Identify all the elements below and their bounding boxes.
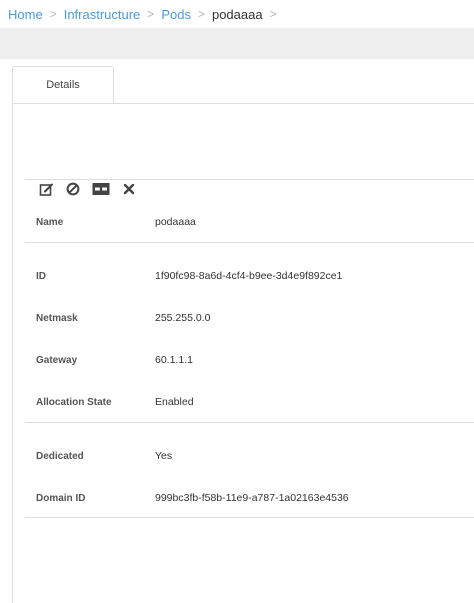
section-divider [25, 517, 474, 518]
breadcrumb-pods-link[interactable]: Pods [161, 7, 191, 22]
detail-label: Dedicated [36, 450, 84, 462]
delete-icon[interactable] [120, 181, 138, 197]
detail-label: Name [36, 216, 64, 228]
detail-value: 60.1.1.1 [155, 354, 193, 366]
breadcrumb-infrastructure-link[interactable]: Infrastructure [64, 7, 141, 22]
detail-label: Allocation State [36, 396, 112, 408]
detail-label: Gateway [36, 354, 78, 366]
detail-label: Netmask [36, 312, 78, 324]
detail-row-dedicated: Dedicated Yes [36, 448, 466, 464]
details-content: Name podaaaa ID 1f90fc98-8a6d-4cf4-b9ee-… [12, 103, 474, 603]
tab-details[interactable]: Details [12, 66, 114, 103]
disable-icon[interactable] [64, 181, 82, 197]
breadcrumb-trailing-separator: > [269, 7, 277, 21]
breadcrumb: Home > Infrastructure > Pods > podaaaa > [0, 0, 474, 28]
detail-value: 1f90fc98-8a6d-4cf4-b9ee-3d4e9f892ce1 [155, 270, 343, 282]
detail-row-allocation-state: Allocation State Enabled [36, 394, 466, 410]
toolbar-band [0, 28, 474, 59]
detail-row-name: Name podaaaa [36, 214, 466, 230]
detail-label: ID [36, 270, 46, 282]
detail-value: Yes [155, 450, 173, 462]
edit-icon[interactable] [37, 181, 55, 197]
detail-panel: Details Name podaaaa ID 1f90fc98-8a6d-4c… [12, 66, 474, 603]
action-toolbar [37, 181, 147, 197]
detail-value: Enabled [155, 396, 194, 408]
section-divider [25, 179, 474, 180]
section-divider [25, 422, 474, 423]
dedicate-icon[interactable] [91, 181, 111, 197]
breadcrumb-separator: > [49, 7, 57, 21]
detail-value: podaaaa [155, 216, 196, 228]
tab-bar: Details [12, 66, 474, 104]
detail-label: Domain ID [36, 492, 86, 504]
breadcrumb-current: podaaaa [211, 6, 263, 22]
detail-value: 999bc3fb-f58b-11e9-a787-1a02163e4536 [155, 492, 349, 504]
section-divider [25, 242, 474, 243]
detail-row-id: ID 1f90fc98-8a6d-4cf4-b9ee-3d4e9f892ce1 [36, 268, 466, 284]
breadcrumb-home-link[interactable]: Home [8, 7, 43, 22]
detail-row-netmask: Netmask 255.255.0.0 [36, 310, 466, 326]
breadcrumb-separator: > [147, 7, 155, 21]
breadcrumb-separator: > [197, 7, 205, 21]
detail-row-domain-id: Domain ID 999bc3fb-f58b-11e9-a787-1a0216… [36, 490, 466, 506]
detail-row-gateway: Gateway 60.1.1.1 [36, 352, 466, 368]
detail-value: 255.255.0.0 [155, 312, 211, 324]
